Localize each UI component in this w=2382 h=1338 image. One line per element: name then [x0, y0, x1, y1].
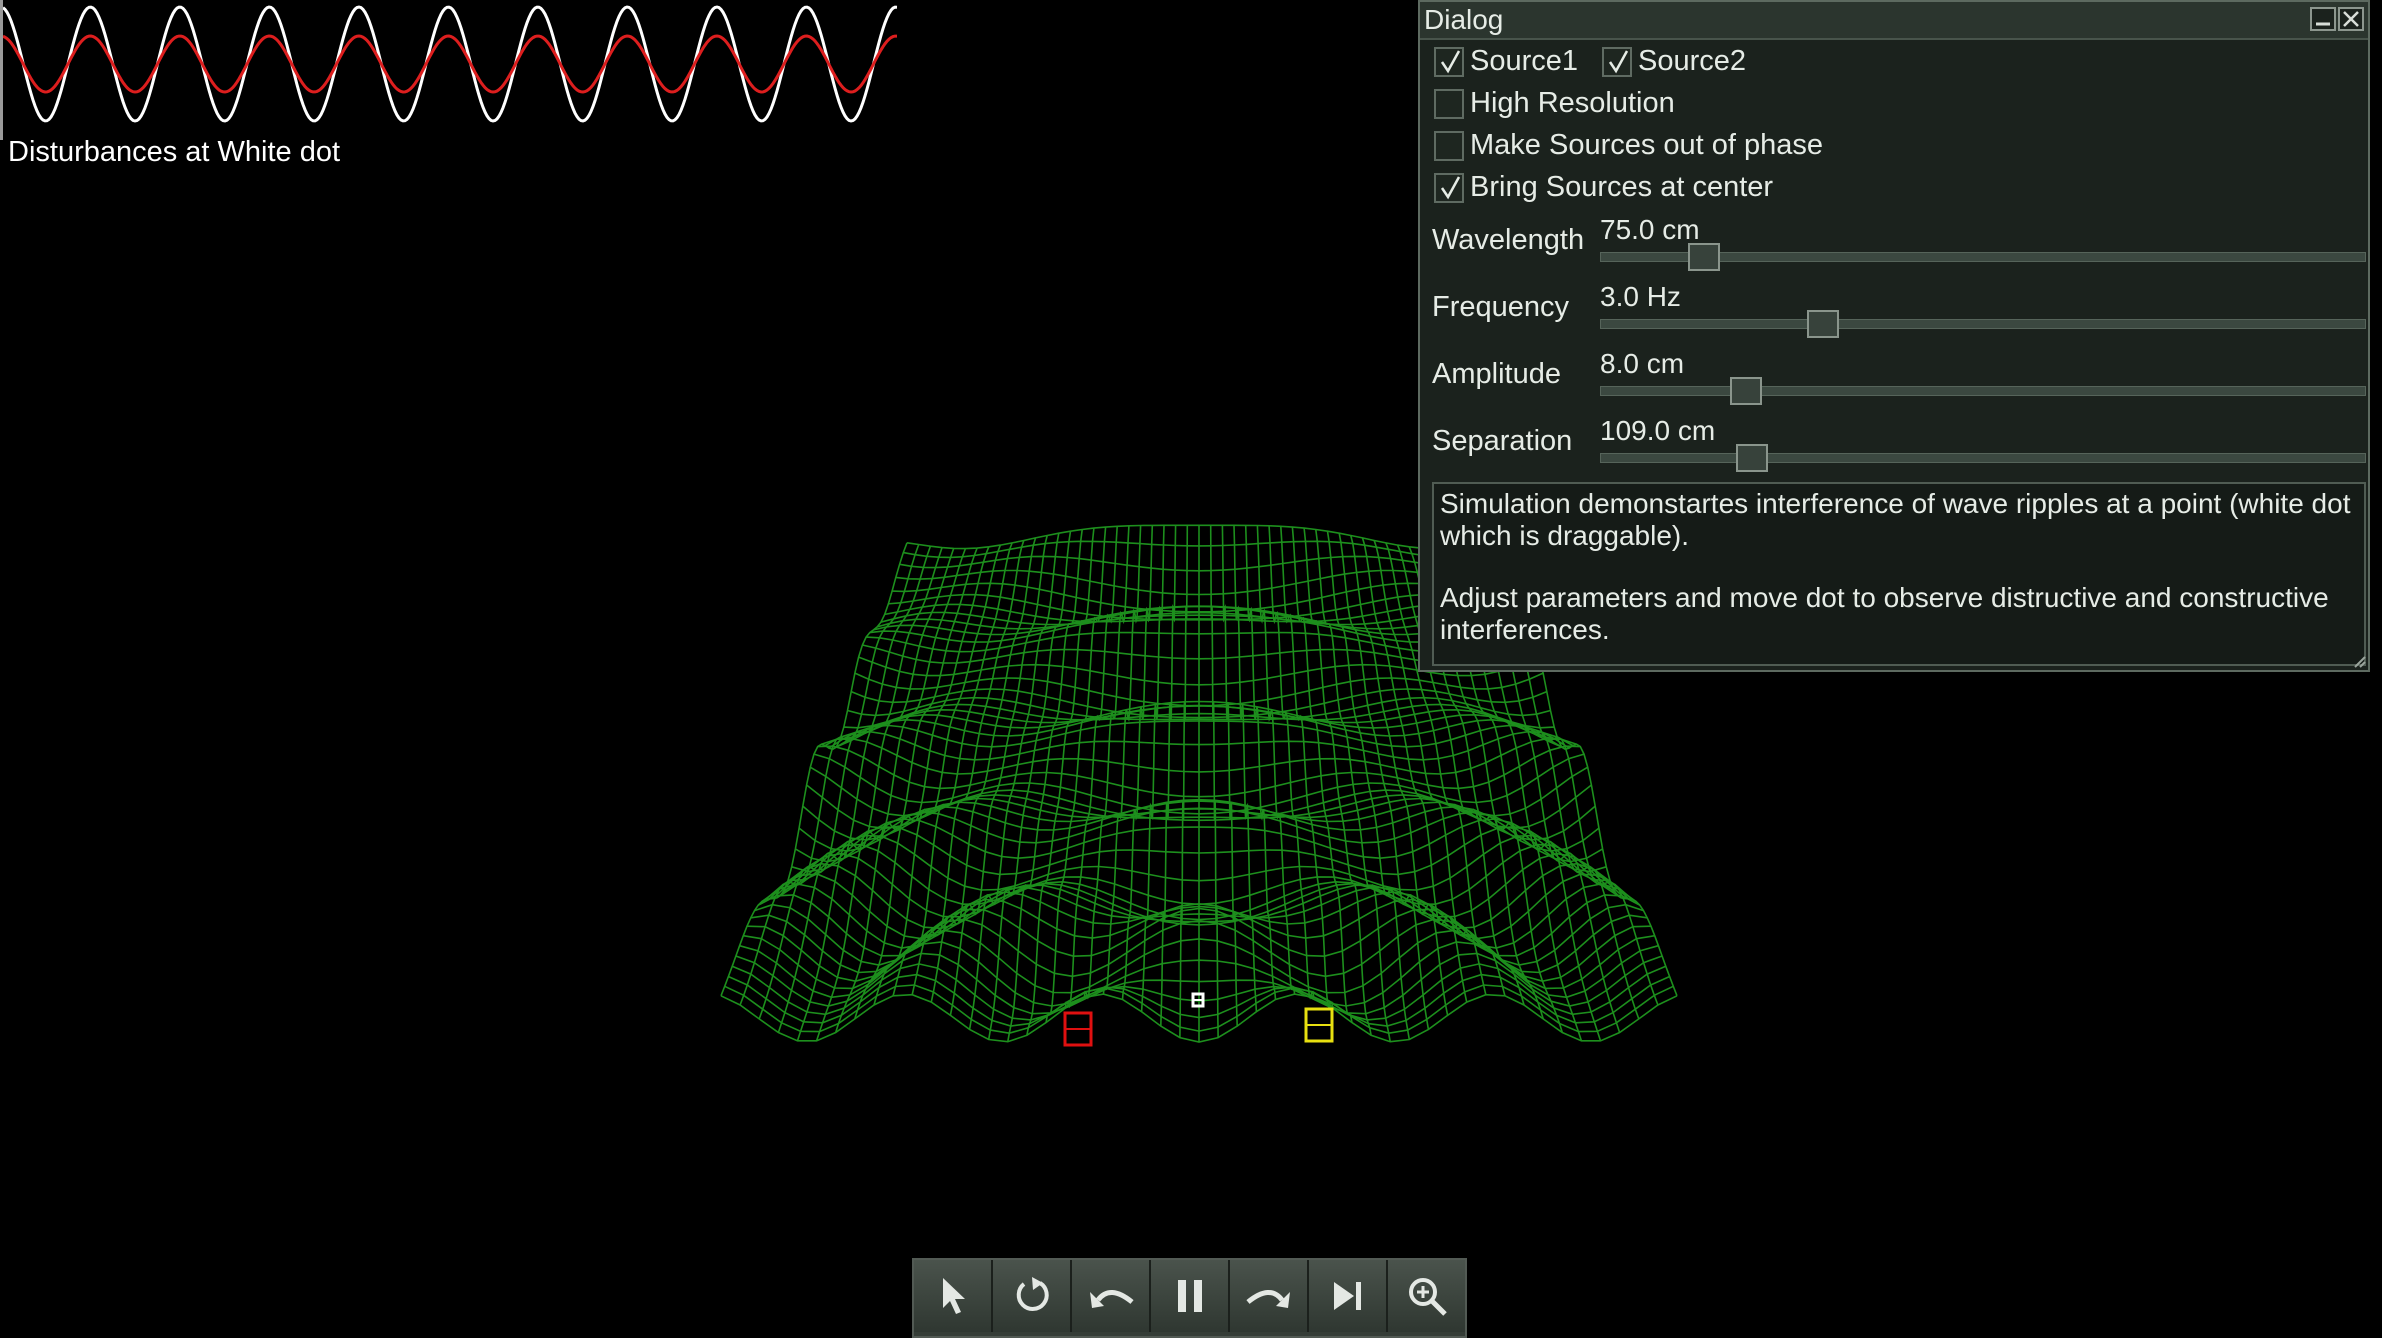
source2-marker[interactable]	[1304, 1007, 1334, 1043]
separation-value: 109.0 cm	[1600, 415, 1716, 446]
source1-checkbox[interactable]	[1434, 47, 1464, 77]
step-forward-button[interactable]	[1309, 1260, 1388, 1332]
source1-label: Source1	[1470, 45, 1579, 77]
frequency-slider[interactable]	[1600, 310, 2366, 338]
frequency-label: Frequency	[1432, 291, 1570, 323]
undo-icon	[1089, 1290, 1134, 1308]
undo-button[interactable]	[1072, 1260, 1151, 1332]
center-sources-checkbox[interactable]	[1434, 173, 1464, 203]
wavelength-value: 75.0 cm	[1600, 214, 1700, 245]
amplitude-slider-thumb[interactable]	[1730, 377, 1763, 405]
out-of-phase-label: Make Sources out of phase	[1470, 129, 1824, 161]
minimize-icon[interactable]	[2310, 7, 2336, 31]
amplitude-label: Amplitude	[1432, 358, 1561, 390]
zoom-icon	[1408, 1278, 1447, 1316]
pause-icon	[1177, 1280, 1202, 1312]
pointer-button[interactable]	[914, 1260, 993, 1332]
wavelength-slider-thumb[interactable]	[1688, 243, 1721, 271]
resize-grip-icon[interactable]	[2352, 654, 2366, 668]
reset-icon	[1016, 1277, 1049, 1311]
playback-toolbar	[912, 1258, 1467, 1338]
amplitude-slider[interactable]	[1600, 377, 2366, 405]
close-icon[interactable]	[2338, 7, 2364, 31]
pause-button[interactable]	[1151, 1260, 1230, 1332]
reset-button[interactable]	[993, 1260, 1072, 1332]
high-resolution-label: High Resolution	[1470, 87, 1675, 119]
wavelength-slider[interactable]	[1600, 243, 2366, 271]
frequency-value: 3.0 Hz	[1600, 281, 1681, 312]
separation-slider[interactable]	[1600, 444, 2366, 472]
description-paragraph-2: Adjust parameters and move dot to observ…	[1440, 582, 2329, 645]
description-paragraph-1: Simulation demonstartes interference of …	[1440, 488, 2351, 551]
description-box: Simulation demonstartes interference of …	[1432, 482, 2366, 666]
amplitude-value: 8.0 cm	[1600, 348, 1685, 379]
checkmark-icon	[1440, 176, 1461, 200]
frequency-slider-thumb[interactable]	[1806, 310, 1839, 338]
source2-checkbox[interactable]	[1602, 47, 1632, 77]
step-forward-icon	[1333, 1282, 1361, 1310]
wavelength-label: Wavelength	[1432, 224, 1585, 256]
dialog-title: Dialog	[1424, 4, 1504, 35]
control-dialog: Dialog Source1 Source2 High Resolution M…	[1418, 0, 2370, 672]
white-dot-probe[interactable]	[1191, 992, 1205, 1008]
separation-label: Separation	[1432, 425, 1573, 457]
dialog-titlebar[interactable]: Dialog	[1420, 2, 2368, 40]
separation-slider-thumb[interactable]	[1735, 444, 1768, 472]
checkmark-icon	[1608, 50, 1629, 74]
redo-icon	[1245, 1290, 1290, 1308]
checkmark-icon	[1440, 50, 1461, 74]
redo-button[interactable]	[1230, 1260, 1309, 1332]
source2-label: Source2	[1638, 45, 1747, 77]
source1-marker[interactable]	[1063, 1011, 1093, 1047]
out-of-phase-checkbox[interactable]	[1434, 131, 1464, 161]
mesh-line	[777, 547, 943, 1033]
zoom-button[interactable]	[1388, 1260, 1465, 1332]
high-resolution-checkbox[interactable]	[1434, 89, 1464, 119]
center-sources-label: Bring Sources at center	[1470, 171, 1774, 203]
pointer-icon	[942, 1278, 965, 1314]
